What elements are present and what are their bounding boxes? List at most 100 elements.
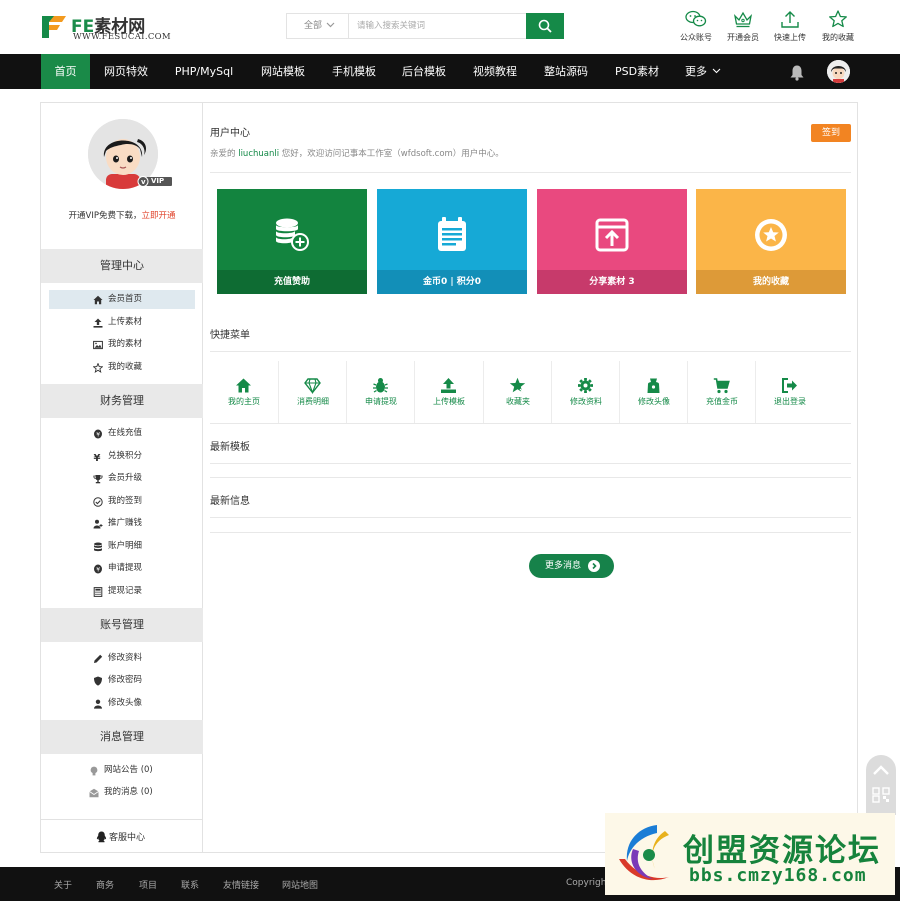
qr-code-icon xyxy=(872,787,890,803)
nav-item-more[interactable]: 更多 xyxy=(681,54,711,89)
quick-menu-label: 修改头像 xyxy=(638,397,670,406)
exchange-icon: ¥ xyxy=(94,453,101,462)
quick-menu-consumption[interactable]: 消费明细 xyxy=(279,361,347,423)
footer-link-contact[interactable]: 联系 xyxy=(181,878,199,891)
footer-link-business[interactable]: 商务 xyxy=(96,878,114,891)
footer-link-friends[interactable]: 友情链接 xyxy=(223,878,259,891)
card-coins[interactable]: 金币0 | 积分0 xyxy=(377,189,527,294)
sidebar-item-my-favorites[interactable]: 我的收藏 xyxy=(49,358,195,377)
nav-item-site-templates[interactable]: 网站模板 xyxy=(254,54,312,89)
quick-link-favorites[interactable]: 我的收藏 xyxy=(816,10,860,43)
forum-logo-icon xyxy=(619,825,669,881)
bell-icon[interactable] xyxy=(789,64,805,81)
sidebar-item-label: 我的消息 (0) xyxy=(104,787,153,797)
customer-service-link[interactable]: 客服中心 xyxy=(41,819,202,852)
quick-menu-my-home[interactable]: 我的主页 xyxy=(210,361,278,423)
svg-text:¥: ¥ xyxy=(96,431,100,438)
chevron-up-icon xyxy=(873,765,889,775)
search-category-label: 全部 xyxy=(304,21,323,31)
trophy-icon xyxy=(93,475,103,484)
sidebar-item-signin[interactable]: 我的签到 xyxy=(49,492,195,511)
quick-menu-favorites[interactable]: 收藏夹 xyxy=(484,361,552,423)
star-icon xyxy=(509,377,526,394)
quick-menu-label: 消费明细 xyxy=(297,397,329,406)
sidebar-item-edit-profile[interactable]: 修改资料 xyxy=(49,649,195,668)
main-content: 用户中心 亲爱的 liuchuanli 您好，欢迎访问记事本工作室（wfdsof… xyxy=(204,103,858,852)
footer-link-about[interactable]: 关于 xyxy=(54,878,72,891)
sidebar-item-withdraw-records[interactable]: 提现记录 xyxy=(49,582,195,601)
search-category-select[interactable]: 全部 xyxy=(287,14,349,38)
nav-item-psd[interactable]: PSD素材 xyxy=(609,54,665,89)
back-to-top-button[interactable] xyxy=(866,755,896,815)
quick-link-wechat[interactable]: 公众账号 xyxy=(674,10,718,43)
quick-menu-withdraw[interactable]: 申请提现 xyxy=(347,361,415,423)
logo-mark-icon xyxy=(42,16,66,38)
avatar-icon xyxy=(827,60,850,83)
quick-link-vip[interactable]: 开通会员 xyxy=(721,10,765,43)
quick-link-label: 我的收藏 xyxy=(822,33,854,42)
nav-item-home[interactable]: 首页 xyxy=(41,54,90,89)
user-avatar[interactable] xyxy=(827,60,850,83)
sidebar-item-withdraw[interactable]: ¥ 申请提现 xyxy=(49,559,195,578)
sidebar-item-change-avatar[interactable]: 修改头像 xyxy=(49,694,195,713)
quick-menu-change-avatar[interactable]: 修改头像 xyxy=(620,361,688,423)
divider xyxy=(210,351,851,352)
nav-item-mobile-templates[interactable]: 手机模板 xyxy=(325,54,383,89)
quick-link-label: 开通会员 xyxy=(727,33,759,42)
sidebar-item-label: 申请提现 xyxy=(108,563,143,573)
vip-open-link[interactable]: 立即开通 xyxy=(141,211,175,221)
more-messages-button[interactable]: 更多消息 xyxy=(529,554,614,578)
card-favorites[interactable]: 我的收藏 xyxy=(696,189,846,294)
quick-link-label: 公众账号 xyxy=(680,33,712,42)
sidebar-item-member-home[interactable]: 会员首页 xyxy=(49,290,195,309)
sidebar-item-exchange[interactable]: ¥ 兑换积分 xyxy=(49,447,195,466)
quick-menu-label: 上传模板 xyxy=(433,397,465,406)
card-recharge[interactable]: 充值赞助 xyxy=(217,189,367,294)
site-logo[interactable]: FE素材网 WWW.FESUCAI.COM xyxy=(40,13,180,42)
sidebar-item-upload[interactable]: 上传素材 xyxy=(49,313,195,332)
quick-menu-recharge[interactable]: 充值金币 xyxy=(688,361,756,423)
search-button[interactable] xyxy=(526,13,564,39)
coin-icon: ¥ xyxy=(94,429,102,439)
quick-menu-upload-template[interactable]: 上传模板 xyxy=(415,361,483,423)
sidebar-item-label: 我的素材 xyxy=(108,339,143,349)
nav-item-effects[interactable]: 网页特效 xyxy=(96,54,156,89)
customer-service-label: 客服中心 xyxy=(109,833,146,843)
latest-info-title: 最新信息 xyxy=(210,496,250,507)
user-icon xyxy=(94,699,102,709)
quick-menu-label: 充值金币 xyxy=(706,397,738,406)
calculator-icon xyxy=(93,587,103,597)
sidebar-item-announcements[interactable]: 网站公告 (0) xyxy=(49,761,195,780)
logo-url-text: WWW.FESUCAI.COM xyxy=(73,32,171,42)
sidebar-item-my-messages[interactable]: 我的消息 (0) xyxy=(49,783,195,802)
quick-menu-label: 我的主页 xyxy=(228,397,260,406)
main-nav: 首页 网页特效 PHP/MySql 网站模板 手机模板 后台模板 视频教程 整站… xyxy=(0,54,900,89)
sidebar-item-promote[interactable]: 推广赚钱 xyxy=(49,514,195,533)
quick-menu-logout[interactable]: 退出登录 xyxy=(756,361,824,423)
nav-item-source[interactable]: 整站源码 xyxy=(537,54,595,89)
site-header: FE素材网 WWW.FESUCAI.COM 全部 公众账号 开通会员 快速上传 … xyxy=(0,0,900,54)
vip-badge: v VIP xyxy=(137,176,173,187)
page-title: 用户中心 xyxy=(210,128,250,139)
sidebar-item-label: 账户明细 xyxy=(108,541,143,551)
divider xyxy=(210,532,851,533)
sidebar-item-my-materials[interactable]: 我的素材 xyxy=(49,335,195,354)
card-shared[interactable]: 分享素材 3 xyxy=(537,189,687,294)
quick-link-upload[interactable]: 快速上传 xyxy=(768,10,812,43)
nav-item-admin-templates[interactable]: 后台模板 xyxy=(395,54,453,89)
sidebar-item-account-detail[interactable]: 账户明细 xyxy=(49,537,195,556)
quick-menu-edit-profile[interactable]: 修改资料 xyxy=(552,361,620,423)
home-icon xyxy=(236,378,251,393)
username: liuchuanli xyxy=(238,149,280,159)
sidebar-item-change-password[interactable]: 修改密码 xyxy=(49,671,195,690)
footer-link-sitemap[interactable]: 网站地图 xyxy=(282,878,318,891)
nav-item-video[interactable]: 视频教程 xyxy=(466,54,524,89)
footer-link-projects[interactable]: 项目 xyxy=(139,878,157,891)
search-input[interactable] xyxy=(350,14,526,38)
sidebar-item-upgrade[interactable]: 会员升级 xyxy=(49,469,195,488)
sidebar-item-recharge[interactable]: ¥ 在线充值 xyxy=(49,424,195,443)
gear-icon xyxy=(578,378,593,393)
sidebar: v VIP 开通VIP免费下载，立即开通 管理中心 会员首页 上传素材 我的素材… xyxy=(41,103,203,852)
nav-item-php[interactable]: PHP/MySql xyxy=(168,54,240,89)
signin-button[interactable]: 签到 xyxy=(811,124,851,142)
